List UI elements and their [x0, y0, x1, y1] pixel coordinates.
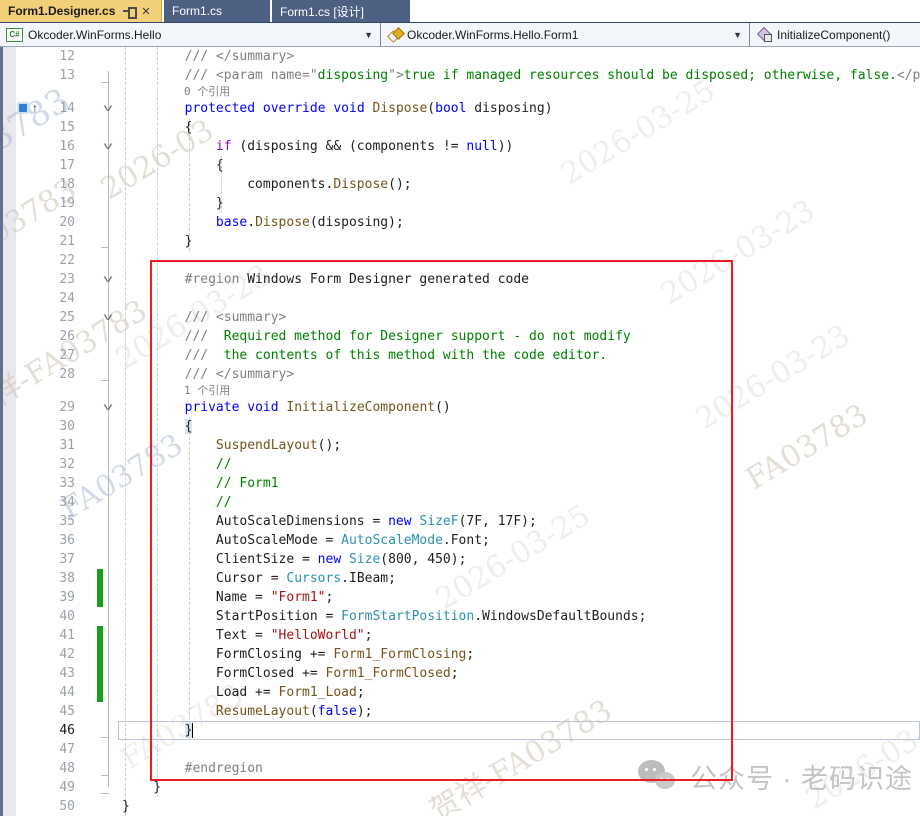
- code-text: if (disposing && (components != null)): [122, 137, 513, 156]
- member-dropdown[interactable]: InitializeComponent(): [750, 23, 920, 46]
- tab-form1-cs-design[interactable]: Form1.cs [设计]: [272, 0, 410, 22]
- line-number[interactable]: 45: [0, 702, 75, 721]
- type-name: Okcoder.WinForms.Hello.Form1: [407, 28, 578, 42]
- class-icon: [387, 28, 403, 42]
- change-bar: [97, 569, 103, 607]
- line-number[interactable]: 49: [0, 778, 75, 797]
- line-number[interactable]: 24: [0, 289, 75, 308]
- private-method-icon: [756, 27, 773, 42]
- line-number[interactable]: 32: [0, 455, 75, 474]
- line-number[interactable]: 30: [0, 417, 75, 436]
- code-text: }: [122, 194, 224, 213]
- code-line[interactable]: 12 /// </summary>: [0, 47, 920, 66]
- code-line[interactable]: 20 base.Dispose(disposing);: [0, 213, 920, 232]
- line-number[interactable]: 17: [0, 156, 75, 175]
- code-line[interactable]: 19 }: [0, 194, 920, 213]
- code-line[interactable]: 17 {: [0, 156, 920, 175]
- code-line[interactable]: 13 /// <param name="disposing">true if m…: [0, 66, 920, 85]
- line-number[interactable]: 20: [0, 213, 75, 232]
- tab-form1-designer-cs[interactable]: Form1.Designer.cs ✕: [0, 0, 162, 22]
- line-number[interactable]: 21: [0, 232, 75, 251]
- code-text: /// <param name="disposing">true if mana…: [122, 66, 920, 85]
- change-bar: [97, 626, 103, 702]
- code-line[interactable]: 50}: [0, 797, 920, 816]
- line-number[interactable]: 40: [0, 607, 75, 626]
- code-text: components.Dispose();: [122, 175, 412, 194]
- line-number[interactable]: 26: [0, 327, 75, 346]
- fold-chevron-icon[interactable]: v: [94, 137, 121, 156]
- line-number[interactable]: 15: [0, 118, 75, 137]
- line-number[interactable]: 25: [0, 308, 75, 327]
- code-text: {: [122, 118, 192, 137]
- close-icon[interactable]: ✕: [141, 5, 150, 18]
- code-line[interactable]: 21 }: [0, 232, 920, 251]
- line-number[interactable]: 46: [0, 721, 75, 740]
- code-text: protected override void Dispose(bool dis…: [122, 99, 553, 118]
- line-number[interactable]: 18: [0, 175, 75, 194]
- csharp-project-icon: C#: [6, 28, 23, 42]
- tab-label: Form1.Designer.cs: [8, 4, 115, 18]
- line-number[interactable]: 22: [0, 251, 75, 270]
- document-tab-bar: Form1.Designer.cs ✕ Form1.cs Form1.cs [设…: [0, 0, 920, 22]
- code-editor[interactable]: 3783 2026-03 2026-03-25 -FA03783 2026-03…: [0, 47, 920, 816]
- codelens-text: 0 个引用: [184, 85, 230, 99]
- fold-chevron-icon[interactable]: v: [94, 398, 121, 417]
- line-number[interactable]: 48: [0, 759, 75, 778]
- line-number[interactable]: 44: [0, 683, 75, 702]
- chevron-down-icon[interactable]: ▼: [733, 30, 749, 40]
- code-text: }: [122, 797, 130, 816]
- line-number[interactable]: 47: [0, 740, 75, 759]
- line-number[interactable]: 35: [0, 512, 75, 531]
- tab-form1-cs[interactable]: Form1.cs: [164, 0, 270, 22]
- fold-chevron-icon[interactable]: v: [94, 270, 121, 289]
- annotation-red-box: [150, 260, 733, 781]
- line-number[interactable]: 31: [0, 436, 75, 455]
- line-number[interactable]: 37: [0, 550, 75, 569]
- override-indicator-icon[interactable]: ↑: [17, 99, 47, 118]
- line-number[interactable]: 12: [0, 47, 75, 66]
- line-number[interactable]: 38: [0, 569, 75, 588]
- code-line[interactable]: 14↑v protected override void Dispose(boo…: [0, 99, 920, 118]
- line-number[interactable]: 50: [0, 797, 75, 816]
- line-number[interactable]: 39: [0, 588, 75, 607]
- line-number[interactable]: 19: [0, 194, 75, 213]
- line-number[interactable]: 23: [0, 270, 75, 289]
- tab-label: Form1.cs: [172, 4, 222, 18]
- line-number[interactable]: 42: [0, 645, 75, 664]
- code-line[interactable]: 18 components.Dispose();: [0, 175, 920, 194]
- line-number[interactable]: 36: [0, 531, 75, 550]
- fold-chevron-icon[interactable]: v: [94, 99, 121, 118]
- line-number[interactable]: 27: [0, 346, 75, 365]
- line-number[interactable]: 34: [0, 493, 75, 512]
- code-text: /// </summary>: [122, 47, 294, 66]
- line-number[interactable]: 28: [0, 365, 75, 384]
- vs-editor-window: Form1.Designer.cs ✕ Form1.cs Form1.cs [设…: [0, 0, 920, 816]
- pin-icon[interactable]: [123, 5, 135, 17]
- line-number[interactable]: 29: [0, 398, 75, 417]
- line-number[interactable]: 41: [0, 626, 75, 645]
- code-line[interactable]: 15 {: [0, 118, 920, 137]
- codelens-row[interactable]: 0 个引用: [0, 85, 920, 99]
- line-number[interactable]: 16: [0, 137, 75, 156]
- type-dropdown[interactable]: Okcoder.WinForms.Hello.Form1 ▼: [381, 23, 750, 46]
- project-dropdown[interactable]: C# Okcoder.WinForms.Hello ▼: [0, 23, 381, 46]
- window-edge: [0, 47, 3, 816]
- line-number[interactable]: 43: [0, 664, 75, 683]
- line-number[interactable]: 13: [0, 66, 75, 85]
- code-text: }: [122, 232, 192, 251]
- fold-chevron-icon[interactable]: v: [94, 308, 121, 327]
- chevron-down-icon[interactable]: ▼: [364, 30, 380, 40]
- navigation-bar: C# Okcoder.WinForms.Hello ▼ Okcoder.WinF…: [0, 22, 920, 47]
- project-name: Okcoder.WinForms.Hello: [28, 28, 161, 42]
- code-line[interactable]: 16 v if (disposing && (components != null…: [0, 137, 920, 156]
- code-text: {: [122, 156, 224, 175]
- member-name: InitializeComponent(): [777, 28, 890, 42]
- tab-label: Form1.cs [设计]: [280, 3, 364, 20]
- line-number[interactable]: 33: [0, 474, 75, 493]
- code-text: base.Dispose(disposing);: [122, 213, 404, 232]
